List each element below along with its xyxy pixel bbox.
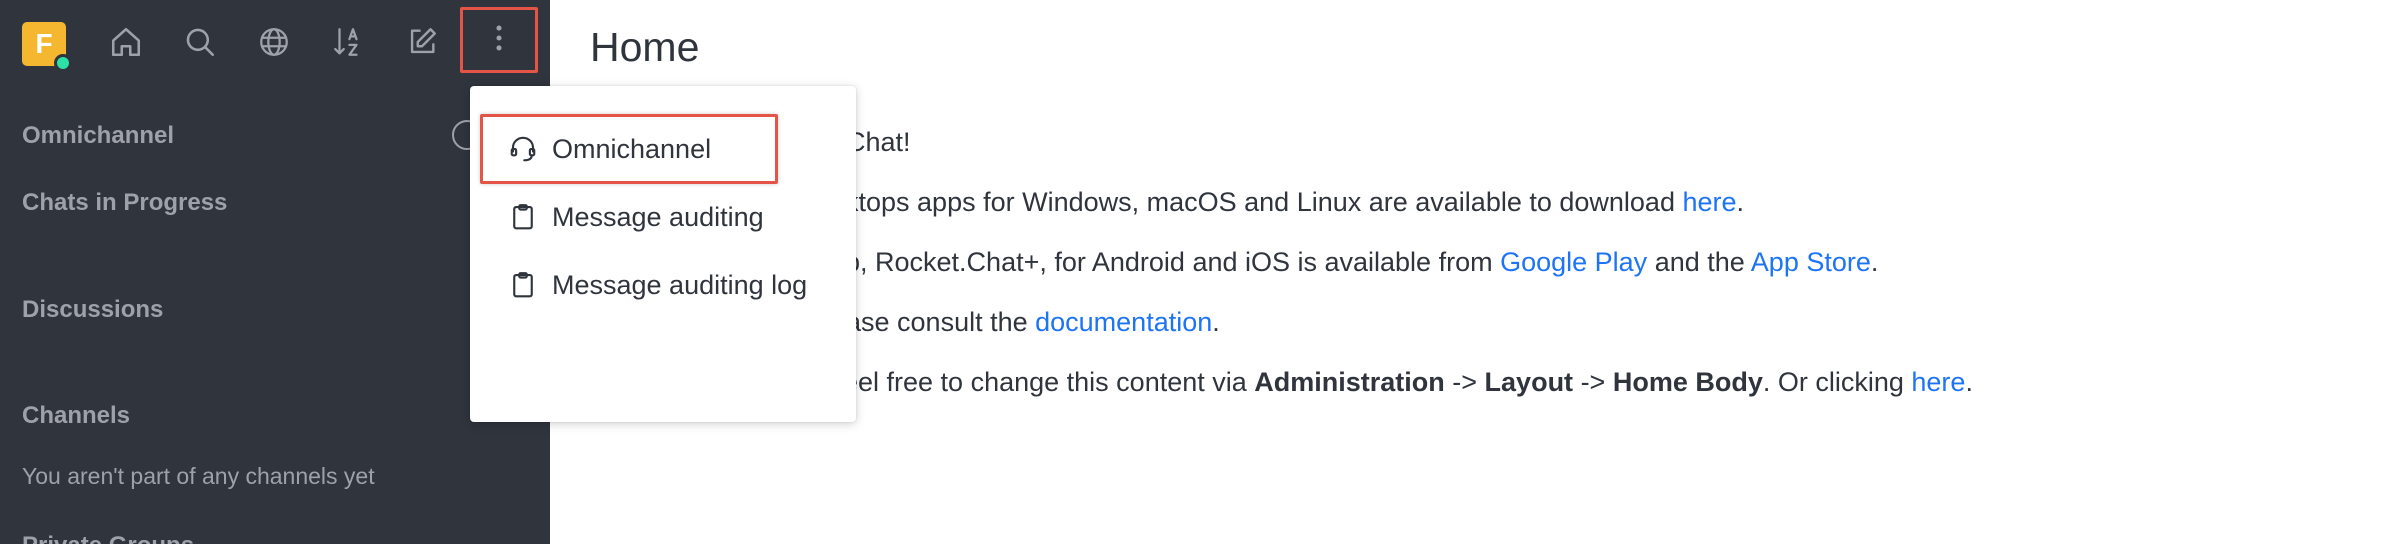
documentation-text: ase consult the bbox=[846, 307, 1036, 337]
desktop-apps-line: ktops apps for Windows, macOS and Linux … bbox=[845, 187, 1744, 218]
documentation-link[interactable]: documentation bbox=[1035, 307, 1212, 337]
create-new-button[interactable] bbox=[398, 20, 446, 68]
user-avatar[interactable]: F bbox=[22, 22, 72, 72]
directory-icon bbox=[257, 25, 291, 64]
mobile-apps-text: p, Rocket.Chat+, for Android and iOS is … bbox=[845, 247, 1501, 277]
punctuation: . bbox=[1965, 367, 1973, 397]
menu-item-message-auditing-log[interactable]: Message auditing log bbox=[470, 255, 856, 315]
create-new-icon bbox=[405, 25, 439, 64]
layout-bold: Layout bbox=[1484, 367, 1574, 397]
kebab-menu-button[interactable] bbox=[460, 7, 538, 73]
home-button[interactable] bbox=[102, 20, 150, 68]
search-icon bbox=[183, 25, 217, 64]
clipboard-icon bbox=[508, 202, 538, 232]
arrow-text: -> bbox=[1573, 367, 1613, 397]
customize-mid-text: . Or clicking bbox=[1762, 367, 1912, 397]
home-icon bbox=[109, 25, 143, 64]
customize-text: eel free to change this content via bbox=[843, 367, 1255, 397]
sidebar-topbar: F bbox=[0, 0, 550, 85]
avatar-letter: F bbox=[35, 28, 53, 59]
discussions-label: Discussions bbox=[22, 296, 164, 323]
sort-icon bbox=[331, 25, 365, 64]
menu-item-label: Message auditing log bbox=[552, 269, 808, 300]
punctuation: . bbox=[1212, 307, 1220, 337]
private-groups-label: Private Groups bbox=[22, 532, 194, 544]
documentation-line: ase consult the documentation. bbox=[846, 307, 1220, 338]
chats-in-progress-label: Chats in Progress bbox=[22, 189, 228, 216]
menu-item-label: Omnichannel bbox=[552, 133, 712, 164]
menu-item-omnichannel[interactable]: Omnichannel bbox=[470, 119, 856, 179]
home-body-edit-link[interactable]: here bbox=[1911, 367, 1965, 397]
directory-button[interactable] bbox=[250, 20, 298, 68]
customize-line: eel free to change this content via Admi… bbox=[843, 367, 1973, 398]
search-button[interactable] bbox=[176, 20, 224, 68]
administration-bold: Administration bbox=[1254, 367, 1445, 397]
menu-item-label: Message auditing bbox=[552, 201, 764, 232]
kebab-menu-icon bbox=[482, 21, 516, 60]
page-title: Home bbox=[590, 24, 700, 70]
desktop-apps-text: ktops apps for Windows, macOS and Linux … bbox=[845, 187, 1683, 217]
status-online-indicator bbox=[54, 54, 72, 72]
desktop-download-link[interactable]: here bbox=[1682, 187, 1736, 217]
headset-icon bbox=[508, 134, 538, 164]
arrow-text: -> bbox=[1444, 367, 1485, 397]
punctuation: . bbox=[1870, 247, 1879, 277]
sort-button[interactable] bbox=[324, 20, 372, 68]
mobile-apps-mid-text: and the bbox=[1647, 247, 1751, 277]
app-store-link[interactable]: App Store bbox=[1751, 247, 1871, 277]
omnichannel-section-label: Omnichannel bbox=[22, 122, 175, 149]
google-play-link[interactable]: Google Play bbox=[1500, 247, 1647, 277]
home-body-bold: Home Body bbox=[1612, 367, 1763, 397]
sidebar: F Omnichannel Chats in Progress Discussi… bbox=[0, 0, 550, 544]
menu-item-message-auditing[interactable]: Message auditing bbox=[470, 187, 856, 247]
mobile-apps-line: p, Rocket.Chat+, for Android and iOS is … bbox=[845, 247, 1878, 278]
channels-empty-message: You aren't part of any channels yet bbox=[22, 463, 375, 489]
options-dropdown-menu: Omnichannel Message auditing Message aud… bbox=[470, 86, 856, 422]
punctuation: . bbox=[1736, 187, 1745, 217]
clipboard-icon bbox=[508, 270, 538, 300]
channels-label: Channels bbox=[22, 402, 131, 429]
